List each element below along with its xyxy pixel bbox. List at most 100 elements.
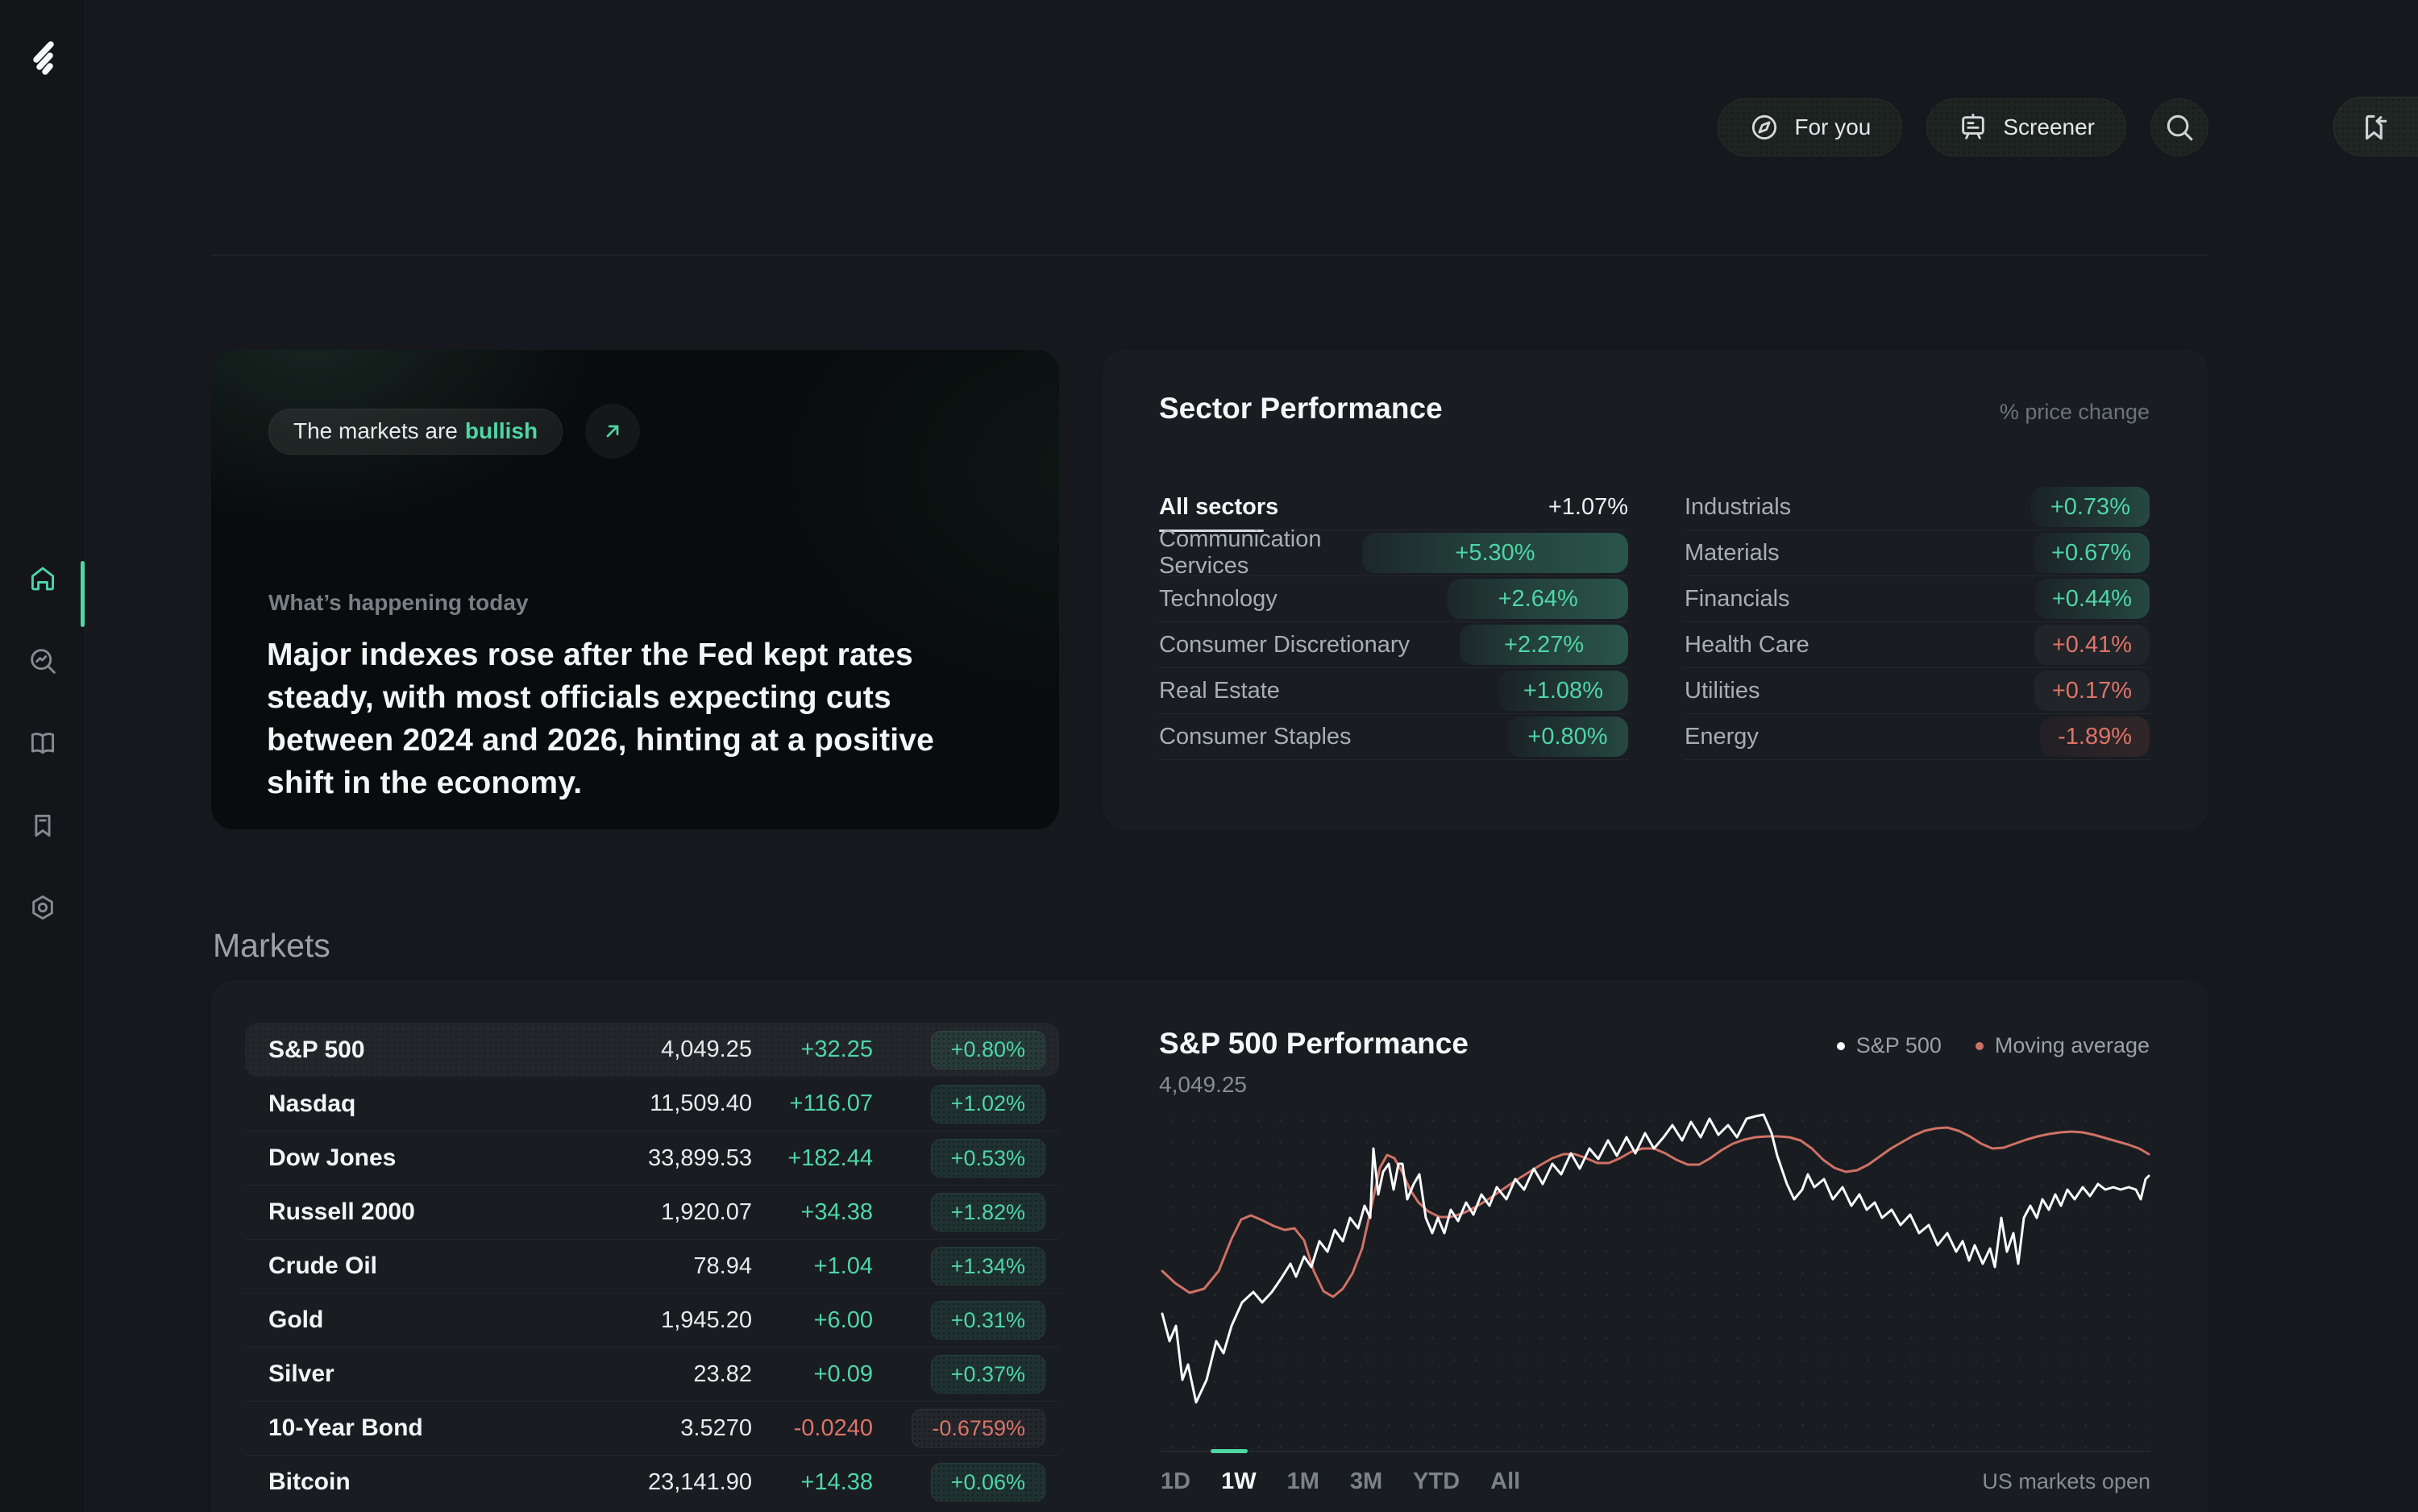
sidebar-item-hub[interactable]: [28, 893, 57, 922]
range-tab-all[interactable]: All: [1490, 1468, 1520, 1495]
sidebar-item-library[interactable]: [28, 729, 57, 758]
for-you-button[interactable]: For you: [1718, 98, 1903, 156]
market-row[interactable]: S&P 500 4,049.25 +32.25 +0.80%: [245, 1023, 1059, 1077]
legend-dot: [1975, 1041, 1984, 1050]
market-row[interactable]: Bitcoin 23,141.90 +14.38 +0.06%: [245, 1455, 1059, 1509]
bookmark-icon: [34, 814, 51, 837]
compass-icon: [1752, 114, 1777, 140]
market-name: Nasdaq: [268, 1090, 356, 1117]
market-row[interactable]: 10-Year Bond 3.5270 -0.0240 -0.6759%: [245, 1401, 1059, 1455]
market-value: 3.5270: [680, 1414, 752, 1441]
open-insight-button[interactable]: [585, 404, 641, 459]
chart-legend: S&P 500 Moving average: [1836, 1033, 2150, 1058]
range-tab-1m[interactable]: 1M: [1287, 1468, 1319, 1495]
markets-dashboard-page: For you Screener The markets are bullish: [0, 0, 2418, 1512]
sector-row: Real Estate +1.08%: [1159, 668, 1628, 714]
market-percent-badge: +1.34%: [930, 1247, 1045, 1286]
legend-item: Moving average: [1975, 1033, 2150, 1058]
chart-range-tabs: 1D 1W 1M 3M YTD All US markets open: [1161, 1468, 2150, 1495]
sector-performance-title: Sector Performance: [1159, 392, 1443, 425]
sector-row: Consumer Staples +0.80%: [1159, 714, 1628, 760]
sector-label: Real Estate: [1159, 677, 1280, 704]
market-percent-badge: +0.06%: [930, 1463, 1045, 1502]
market-change: +116.07: [789, 1090, 873, 1116]
sidebar-nav: [0, 564, 85, 922]
market-change: +1.04: [813, 1252, 873, 1279]
range-tab-ytd[interactable]: YTD: [1413, 1468, 1460, 1495]
market-value: 78.94: [693, 1252, 752, 1279]
sector-label: Consumer Staples: [1159, 723, 1352, 750]
sector-value-pill: +2.27%: [1460, 625, 1628, 665]
market-row[interactable]: Silver 23.82 +0.09 +0.37%: [245, 1347, 1059, 1401]
market-status: US markets open: [1982, 1469, 2150, 1493]
sector-label: Energy: [1685, 723, 1759, 750]
market-row[interactable]: Gold 1,945.20 +6.00 +0.31%: [245, 1293, 1059, 1347]
sector-label: Utilities: [1685, 677, 1760, 704]
markets-table: S&P 500 4,049.25 +32.25 +0.80% Nasdaq 11,509.…: [245, 1023, 1059, 1509]
market-percent-badge: +0.37%: [930, 1355, 1045, 1394]
market-name: Crude Oil: [268, 1252, 378, 1279]
sector-row: Materials +0.67%: [1685, 530, 2150, 576]
chart-axis-divider: [1161, 1449, 2150, 1453]
market-mood-pill[interactable]: The markets are bullish: [268, 408, 563, 455]
screener-button[interactable]: Screener: [1926, 98, 2126, 156]
legend-label: S&P 500: [1855, 1033, 1942, 1057]
market-value: 33,899.53: [647, 1144, 752, 1171]
sector-label: All sectors: [1159, 494, 1278, 532]
market-value: 23.82: [693, 1360, 752, 1387]
market-row[interactable]: Crude Oil 78.94 +1.04 +1.34%: [245, 1239, 1059, 1293]
sector-column-left: All sectors +1.07% Communication Services +…: [1159, 484, 1628, 760]
insight-kicker: What’s happening today: [268, 590, 529, 615]
sector-row: Energy -1.89%: [1685, 714, 2150, 760]
sector-value-pill: -1.89%: [2040, 717, 2150, 757]
range-tab-1w[interactable]: 1W: [1221, 1468, 1257, 1495]
market-name: Gold: [268, 1306, 324, 1333]
sector-value: +1.07%: [1548, 493, 1628, 520]
range-tab-1d[interactable]: 1D: [1161, 1468, 1190, 1495]
range-tab-3m[interactable]: 3M: [1350, 1468, 1382, 1495]
sector-value-pill: +0.67%: [2033, 533, 2150, 573]
sector-row: Financials +0.44%: [1685, 576, 2150, 622]
market-change: +34.38: [800, 1198, 873, 1225]
screener-label: Screener: [2003, 114, 2095, 139]
legend-label: Moving average: [1994, 1033, 2150, 1057]
sidebar-item-bookmarks[interactable]: [28, 811, 57, 840]
sector-row: Health Care +0.41%: [1685, 622, 2150, 668]
app-logo-icon[interactable]: [26, 40, 60, 80]
market-name: 10-Year Bond: [268, 1414, 423, 1441]
topbar-actions: For you Screener: [1718, 98, 2208, 156]
search-button[interactable]: [2150, 98, 2208, 156]
sector-column-right: Industrials +0.73% Materials +0.67% Financia…: [1685, 484, 2150, 760]
sidebar-item-explore[interactable]: [28, 646, 57, 675]
market-row[interactable]: Dow Jones 33,899.53 +182.44 +0.53%: [245, 1131, 1059, 1185]
home-icon: [31, 567, 54, 591]
market-percent-badge: +0.31%: [930, 1301, 1045, 1340]
saved-items-button[interactable]: [2333, 97, 2418, 156]
search-icon: [2167, 114, 2193, 141]
market-name: Russell 2000: [268, 1198, 415, 1225]
sector-value-pill: +0.41%: [2034, 625, 2150, 665]
sector-value-pill: +0.80%: [1507, 717, 1628, 757]
hexagon-target-icon: [31, 895, 53, 920]
active-range-indicator: [1211, 1449, 1248, 1453]
market-percent-badge: +0.80%: [930, 1030, 1045, 1070]
moving-average-line: [1161, 1126, 2150, 1298]
search-trend-icon: [30, 649, 56, 674]
market-row[interactable]: Russell 2000 1,920.07 +34.38 +1.82%: [245, 1185, 1059, 1239]
market-row[interactable]: Nasdaq 11,509.40 +116.07 +1.02%: [245, 1077, 1059, 1131]
performance-chart: [1161, 1110, 2150, 1450]
chart-header: S&P 500 Performance 4,049.25 S&P 500 Movi…: [1159, 1027, 2150, 1098]
market-change: +32.25: [800, 1036, 873, 1062]
book-icon: [31, 733, 54, 754]
sector-row[interactable]: All sectors +1.07%: [1159, 484, 1628, 532]
legend-item: S&P 500: [1836, 1033, 1942, 1058]
sector-label: Materials: [1685, 539, 1780, 566]
market-name: Silver: [268, 1360, 334, 1387]
sidebar-item-home[interactable]: [28, 564, 57, 593]
insight-headline: Major indexes rose after the Fed kept ra…: [267, 638, 935, 800]
market-name: Dow Jones: [268, 1144, 397, 1171]
sector-label: Communication Services: [1159, 526, 1322, 579]
market-mood-text: The markets are: [293, 418, 458, 443]
sidebar: [0, 0, 85, 1512]
market-change: +0.09: [813, 1360, 873, 1387]
